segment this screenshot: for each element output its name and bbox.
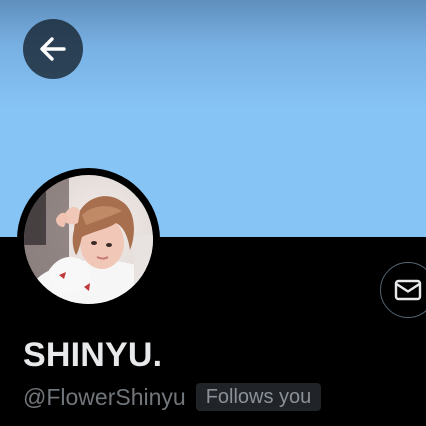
handle-row: @FlowerShinyu Follows you (23, 382, 322, 412)
user-handle: @FlowerShinyu (23, 384, 186, 410)
back-button[interactable] (23, 19, 83, 79)
avatar[interactable] (17, 168, 160, 311)
arrow-left-icon (40, 37, 66, 61)
profile-page: SHINYU. @FlowerShinyu Follows you (0, 0, 426, 426)
avatar-image (24, 175, 153, 304)
display-name: SHINYU. (23, 336, 163, 374)
envelope-icon (394, 279, 422, 301)
message-button[interactable] (380, 262, 426, 318)
follows-you-badge: Follows you (195, 383, 322, 411)
